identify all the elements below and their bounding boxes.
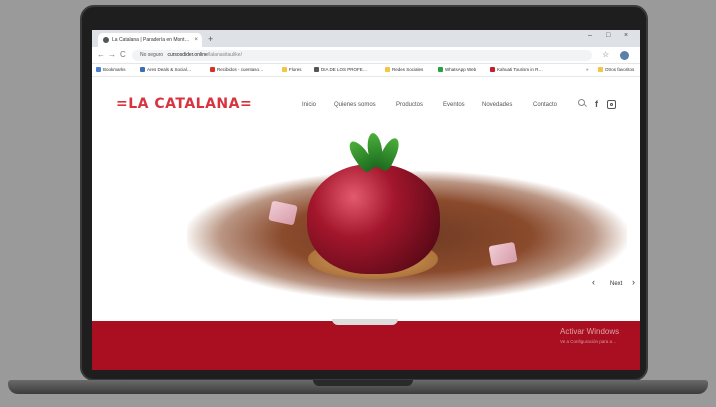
browser-toolbar: ← → C No seguro cursosdider.online/lalan… <box>92 47 640 64</box>
url-path: /lalanasitaulike/ <box>207 52 242 58</box>
new-tab-button[interactable]: + <box>208 33 213 45</box>
bookmarks-overflow[interactable]: » <box>586 67 589 72</box>
security-label: No seguro <box>140 52 164 58</box>
bookmark-item[interactable]: WhatsApp Web <box>438 67 476 72</box>
browser-tabstrip: La Catalana | Paradería en Mont… × + – □… <box>92 30 640 47</box>
bookmarks-bar: Bookmarks Ares Deals & Social… Recibidos… <box>92 64 640 77</box>
bookmark-item[interactable]: Bookmarks <box>96 67 126 72</box>
slider-next-label[interactable]: Next <box>610 281 622 287</box>
reload-button[interactable]: C <box>120 50 126 59</box>
hero-slider: ‹ Next › <box>92 121 640 321</box>
tab-close-icon[interactable]: × <box>194 33 198 47</box>
back-button[interactable]: ← <box>97 50 105 59</box>
close-window-button[interactable]: × <box>624 32 628 39</box>
laptop-notch <box>313 380 413 386</box>
bookmark-item[interactable]: Kahuati Tourism in R… <box>490 67 543 72</box>
bookmark-item[interactable]: DIA DE LOS PROFE… <box>314 67 367 72</box>
site-logo[interactable]: =LA CATALANA= <box>116 96 252 112</box>
tab-title: La Catalana | Paradería en Mont… <box>112 37 190 43</box>
bookmark-item[interactable]: Redes Sociales <box>385 67 423 72</box>
nav-inicio[interactable]: Inicio <box>302 102 316 108</box>
bookmark-item[interactable]: Recibidos - cuentaso… <box>210 67 264 72</box>
forward-button[interactable]: → <box>108 50 116 59</box>
address-bar[interactable]: No seguro cursosdider.online/lalanasitau… <box>132 50 592 61</box>
nav-quienes-somos[interactable]: Quienes somos <box>334 102 376 108</box>
hero-dessert-image <box>307 164 440 274</box>
slider-prev-arrow-icon[interactable]: ‹ <box>592 277 595 287</box>
nav-contacto[interactable]: Contacto <box>533 102 557 108</box>
search-icon[interactable] <box>578 99 585 106</box>
bookmark-item[interactable]: Flores <box>282 67 302 72</box>
slider-next-arrow-icon[interactable]: › <box>632 277 635 287</box>
tab-favicon-icon <box>103 37 109 43</box>
profile-avatar[interactable] <box>620 51 629 60</box>
bookmark-item[interactable]: Ares Deals & Social… <box>140 67 191 72</box>
laptop-screen: La Catalana | Paradería en Mont… × + – □… <box>92 30 640 370</box>
nav-productos[interactable]: Productos <box>396 102 423 108</box>
activate-windows-subtitle: Ve a Configuración para a… <box>560 339 617 344</box>
nav-novedades[interactable]: Novedades <box>482 102 512 108</box>
url-host: cursosdider.online <box>167 52 208 58</box>
bookmark-item[interactable]: Otros favoritos <box>598 67 634 72</box>
maximize-button[interactable]: □ <box>606 32 610 39</box>
instagram-icon[interactable] <box>607 100 616 109</box>
minimize-button[interactable]: – <box>588 32 592 39</box>
red-footer-band <box>92 321 640 370</box>
facebook-icon[interactable]: f <box>595 99 598 109</box>
nav-eventos[interactable]: Eventos <box>443 102 465 108</box>
activate-windows-title: Activar Windows <box>560 327 620 336</box>
site-header: =LA CATALANA= Inicio Quienes somos Produ… <box>92 77 640 121</box>
browser-tab[interactable]: La Catalana | Paradería en Mont… × <box>98 33 202 47</box>
bookmark-star-icon[interactable]: ☆ <box>602 50 609 59</box>
scroll-indicator <box>332 319 398 325</box>
